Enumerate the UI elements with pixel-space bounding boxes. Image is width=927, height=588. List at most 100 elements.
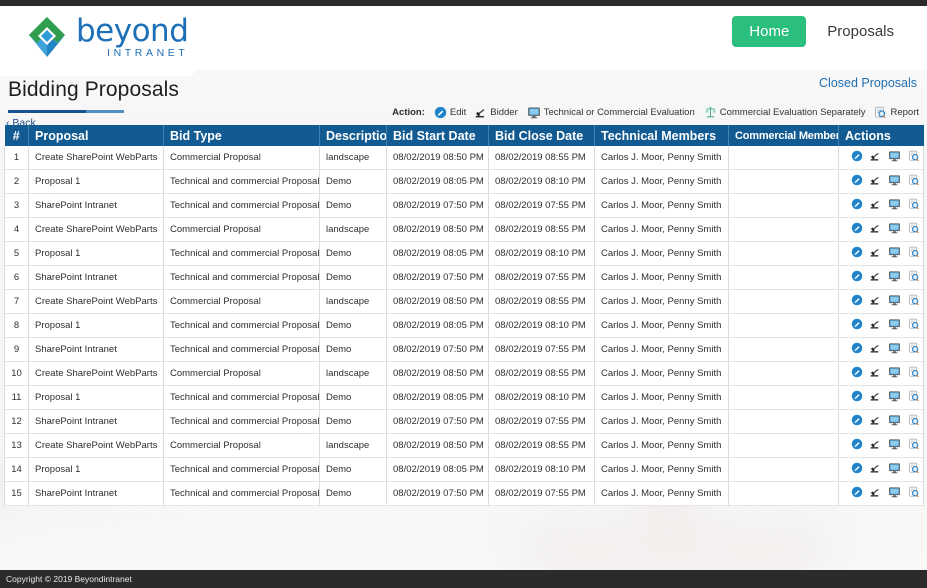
edit-pencil-icon[interactable] [851, 366, 863, 381]
table-row[interactable]: 9SharePoint IntranetTechnical and commer… [5, 338, 924, 362]
monitor-icon[interactable] [888, 294, 901, 309]
gavel-icon[interactable] [870, 366, 881, 381]
action-toolbar-label: Action: [392, 107, 425, 118]
report-magnifier-icon[interactable] [908, 270, 920, 285]
report-magnifier-icon[interactable] [908, 294, 920, 309]
report-magnifier-icon[interactable] [908, 318, 920, 333]
gavel-icon[interactable] [870, 438, 881, 453]
edit-pencil-icon[interactable] [851, 294, 863, 309]
action-bidder[interactable]: Bidder [475, 106, 517, 119]
nav-item-home[interactable]: Home [732, 16, 806, 47]
monitor-icon[interactable] [888, 438, 901, 453]
gavel-icon[interactable] [870, 150, 881, 165]
table-row[interactable]: 6SharePoint IntranetTechnical and commer… [5, 266, 924, 290]
table-row[interactable]: 7Create SharePoint WebPartsCommercial Pr… [5, 290, 924, 314]
table-row[interactable]: 13Create SharePoint WebPartsCommercial P… [5, 434, 924, 458]
report-magnifier-icon[interactable] [908, 174, 920, 189]
cell-bid-close-date: 08/02/2019 08:10 PM [489, 314, 595, 338]
table-row[interactable]: 10Create SharePoint WebPartsCommercial P… [5, 362, 924, 386]
action-commercial-evaluation-separately[interactable]: Commercial Evaluation Separately [704, 106, 866, 119]
report-magnifier-icon[interactable] [908, 462, 920, 477]
edit-pencil-icon[interactable] [851, 222, 863, 237]
report-magnifier-icon[interactable] [908, 390, 920, 405]
monitor-icon[interactable] [888, 222, 901, 237]
cell-bid-start-date: 08/02/2019 08:05 PM [387, 458, 489, 482]
report-magnifier-icon[interactable] [908, 342, 920, 357]
monitor-icon[interactable] [888, 390, 901, 405]
table-row[interactable]: 2Proposal 1Technical and commercial Prop… [5, 170, 924, 194]
gavel-icon[interactable] [870, 390, 881, 405]
column-header-proposal[interactable]: Proposal [29, 125, 164, 146]
report-magnifier-icon[interactable] [908, 246, 920, 261]
cell-bid-type: Technical and commercial Proposal [164, 386, 320, 410]
report-magnifier-icon[interactable] [908, 438, 920, 453]
gavel-icon[interactable] [870, 462, 881, 477]
report-magnifier-icon[interactable] [908, 222, 920, 237]
table-row[interactable]: 4Create SharePoint WebPartsCommercial Pr… [5, 218, 924, 242]
action-edit[interactable]: Edit [434, 106, 466, 119]
edit-pencil-icon[interactable] [851, 150, 863, 165]
action-technical-or-commercial-evaluation[interactable]: Technical or Commercial Evaluation [527, 106, 695, 119]
table-row[interactable]: 5Proposal 1Technical and commercial Prop… [5, 242, 924, 266]
cell-actions [839, 458, 924, 482]
report-magnifier-icon[interactable] [908, 414, 920, 429]
brand-logo[interactable]: beyond INTRANET [24, 14, 188, 60]
cell-actions [839, 386, 924, 410]
gavel-icon[interactable] [870, 414, 881, 429]
gavel-icon[interactable] [870, 222, 881, 237]
edit-pencil-icon[interactable] [851, 342, 863, 357]
closed-proposals-link[interactable]: Closed Proposals [819, 76, 917, 90]
table-row[interactable]: 12SharePoint IntranetTechnical and comme… [5, 410, 924, 434]
gavel-icon[interactable] [870, 174, 881, 189]
edit-pencil-icon[interactable] [851, 174, 863, 189]
report-magnifier-icon[interactable] [908, 366, 920, 381]
monitor-icon[interactable] [888, 366, 901, 381]
monitor-icon[interactable] [888, 462, 901, 477]
edit-pencil-icon[interactable] [851, 486, 863, 501]
table-row[interactable]: 8Proposal 1Technical and commercial Prop… [5, 314, 924, 338]
gavel-icon[interactable] [870, 198, 881, 213]
column-header-commercial-members[interactable]: Commercial Members [729, 125, 839, 146]
monitor-icon[interactable] [888, 414, 901, 429]
gavel-icon[interactable] [870, 486, 881, 501]
edit-pencil-icon[interactable] [851, 438, 863, 453]
nav-item-proposals[interactable]: Proposals [810, 16, 911, 47]
gavel-icon[interactable] [870, 318, 881, 333]
column-header-bid-type[interactable]: Bid Type [164, 125, 320, 146]
table-row[interactable]: 14Proposal 1Technical and commercial Pro… [5, 458, 924, 482]
gavel-icon[interactable] [870, 246, 881, 261]
edit-pencil-icon[interactable] [851, 198, 863, 213]
column-header-bid-close-date[interactable]: Bid Close Date [489, 125, 595, 146]
monitor-icon[interactable] [888, 318, 901, 333]
edit-pencil-icon[interactable] [851, 390, 863, 405]
action-report[interactable]: Report [874, 106, 919, 119]
gavel-icon[interactable] [870, 294, 881, 309]
monitor-icon[interactable] [888, 174, 901, 189]
page-body: Bidding Proposals ‹ Back Closed Proposal… [0, 70, 927, 570]
edit-pencil-icon[interactable] [851, 270, 863, 285]
edit-pencil-icon[interactable] [851, 246, 863, 261]
edit-pencil-icon[interactable] [851, 318, 863, 333]
monitor-icon[interactable] [888, 246, 901, 261]
gavel-icon[interactable] [870, 270, 881, 285]
column-header-bid-start-date[interactable]: Bid Start Date [387, 125, 489, 146]
table-row[interactable]: 15SharePoint IntranetTechnical and comme… [5, 482, 924, 506]
monitor-icon[interactable] [888, 270, 901, 285]
monitor-icon[interactable] [888, 198, 901, 213]
monitor-icon[interactable] [888, 150, 901, 165]
table-row[interactable]: 11Proposal 1Technical and commercial Pro… [5, 386, 924, 410]
table-row[interactable]: 1Create SharePoint WebPartsCommercial Pr… [5, 146, 924, 170]
column-header-index[interactable]: # [5, 125, 29, 146]
monitor-icon[interactable] [888, 486, 901, 501]
column-header-technical-members[interactable]: Technical Members [595, 125, 729, 146]
edit-pencil-icon[interactable] [851, 462, 863, 477]
report-magnifier-icon[interactable] [908, 150, 920, 165]
report-magnifier-icon[interactable] [908, 486, 920, 501]
column-header-description[interactable]: Description [320, 125, 387, 146]
gavel-icon[interactable] [870, 342, 881, 357]
monitor-icon[interactable] [888, 342, 901, 357]
table-row[interactable]: 3SharePoint IntranetTechnical and commer… [5, 194, 924, 218]
report-magnifier-icon[interactable] [908, 198, 920, 213]
main-nav: Home Proposals [732, 16, 911, 47]
edit-pencil-icon[interactable] [851, 414, 863, 429]
